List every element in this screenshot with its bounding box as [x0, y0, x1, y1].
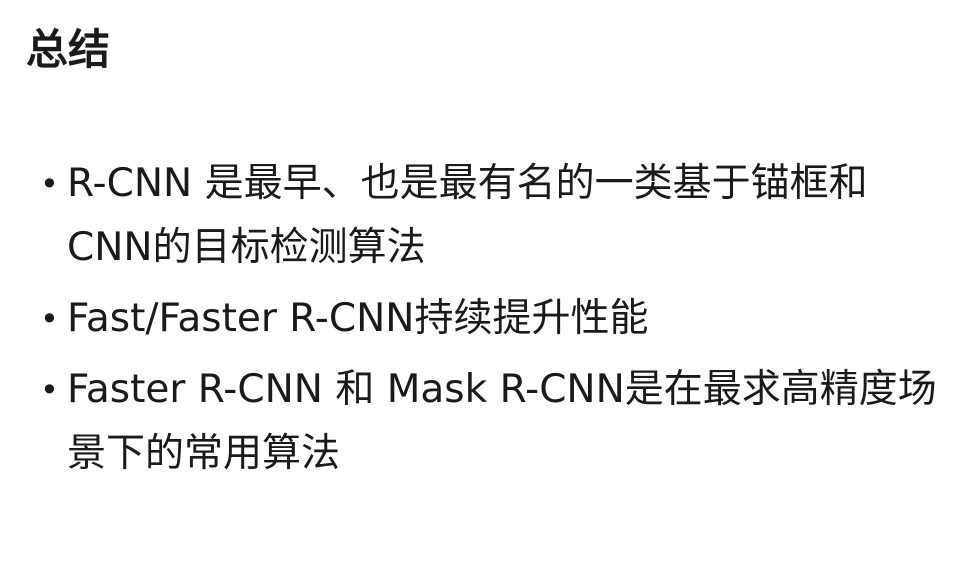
bullet-dot-icon: •	[40, 165, 59, 203]
slide-title: 总结	[26, 25, 111, 74]
bullet-item-mask-rcnn: • Faster R-CNN 和 Mask R-CNN是在最求高精度场景下的常用…	[40, 358, 950, 486]
slide: 总结 • R-CNN 是最早、也是最有名的一类基于锚框和CNN的目标检测算法 •…	[0, 0, 966, 561]
bullet-item-rcnn: • R-CNN 是最早、也是最有名的一类基于锚框和CNN的目标检测算法	[40, 152, 950, 280]
bullet-dot-icon: •	[40, 371, 59, 409]
bullet-list: • R-CNN 是最早、也是最有名的一类基于锚框和CNN的目标检测算法 • Fa…	[40, 152, 950, 493]
bullet-text: Faster R-CNN 和 Mask R-CNN是在最求高精度场景下的常用算法	[67, 367, 937, 476]
bullet-text: Fast/Faster R-CNN持续提升性能	[67, 296, 649, 341]
bullet-text: R-CNN 是最早、也是最有名的一类基于锚框和CNN的目标检测算法	[67, 161, 868, 270]
bullet-dot-icon: •	[40, 300, 59, 338]
bullet-item-fast-faster-rcnn: • Fast/Faster R-CNN持续提升性能	[40, 287, 950, 351]
